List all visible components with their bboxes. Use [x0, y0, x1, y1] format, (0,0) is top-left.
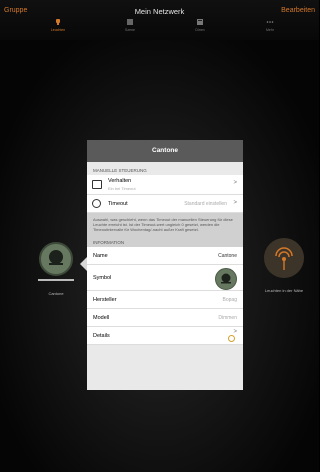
- edit-button[interactable]: Bearbeiten: [281, 7, 315, 14]
- chevron-right-icon: >: [233, 329, 237, 335]
- symbol-label: Symbol: [93, 275, 112, 281]
- info-icon: [228, 335, 235, 342]
- manufacturer-label: Hersteller: [93, 297, 117, 303]
- popover-title: Cantone: [87, 140, 243, 162]
- timeout-row[interactable]: Timeout Standard einstellen >: [87, 195, 243, 213]
- dimmer-icon: [197, 19, 203, 25]
- model-row: Modell Dimmen: [87, 309, 243, 327]
- details-label: Details: [93, 333, 110, 339]
- more-icon: [266, 21, 274, 23]
- timeout-explanation: Auswahl, was geschieht, wenn das Timeout…: [87, 213, 243, 234]
- name-value: Cantone: [218, 253, 237, 259]
- manufacturer-row: Hersteller Bopag: [87, 291, 243, 309]
- checkbox-icon: [92, 180, 102, 189]
- tab-dimmer[interactable]: Dimm: [180, 18, 220, 32]
- name-row[interactable]: Name Cantone: [87, 247, 243, 265]
- tab-lights[interactable]: Leuchten: [38, 18, 78, 32]
- wireless-lamp-icon: [264, 238, 304, 278]
- lamp-icon: [56, 19, 60, 25]
- behavior-row[interactable]: Verhalten Ein bei Timeout >: [87, 175, 243, 195]
- lamp-icon: [221, 273, 231, 284]
- page-title: Mein Netzwerk: [134, 7, 185, 16]
- tab-label: Mehr: [266, 28, 274, 32]
- node-label: Cantone: [48, 291, 64, 296]
- details-row[interactable]: Details >: [87, 327, 243, 345]
- lamp-symbol-icon[interactable]: [215, 268, 237, 290]
- section-header-manual: MANUELLE STEUERUNG: [93, 168, 147, 173]
- manufacturer-value: Bopag: [222, 297, 237, 303]
- model-label: Modell: [93, 315, 110, 321]
- node-label: Leuchten in der Nähe: [264, 288, 304, 293]
- model-value: Dimmen: [218, 315, 237, 321]
- lamp-icon: [49, 250, 63, 265]
- timeout-label: Timeout: [108, 201, 128, 207]
- behavior-value: Ein bei Timeout: [108, 186, 136, 191]
- lamp-node-icon: [39, 242, 73, 276]
- lamp-node-cantone[interactable]: Cantone: [34, 242, 78, 296]
- timeout-value: Standard einstellen: [184, 201, 227, 207]
- section-header-info: INFORMATION: [87, 234, 243, 247]
- tab-bar: Leuchten Szene Dimm Mehr: [0, 18, 319, 38]
- lamp-details-popover: Cantone MANUELLE STEUERUNG Verhalten Ein…: [87, 140, 243, 390]
- clock-icon: [92, 199, 101, 208]
- chevron-right-icon: >: [233, 200, 237, 206]
- chevron-right-icon: >: [233, 180, 237, 186]
- nearby-lamps-node[interactable]: Leuchten in der Nähe: [256, 238, 312, 293]
- name-label: Name: [93, 253, 108, 259]
- tab-label: Dimm: [195, 28, 205, 32]
- node-divider: [38, 279, 74, 281]
- tab-scene[interactable]: Szene: [110, 18, 150, 32]
- tab-label: Szene: [125, 28, 135, 32]
- tab-label: Leuchten: [50, 28, 66, 32]
- behavior-label: Verhalten: [108, 178, 132, 184]
- navigation-bar: Gruppe Mein Netzwerk Bearbeiten Leuchten…: [0, 0, 319, 40]
- scene-icon: [127, 19, 133, 25]
- signal-icon: [275, 247, 293, 270]
- symbol-row[interactable]: Symbol: [87, 265, 243, 291]
- tab-more[interactable]: Mehr: [250, 18, 290, 32]
